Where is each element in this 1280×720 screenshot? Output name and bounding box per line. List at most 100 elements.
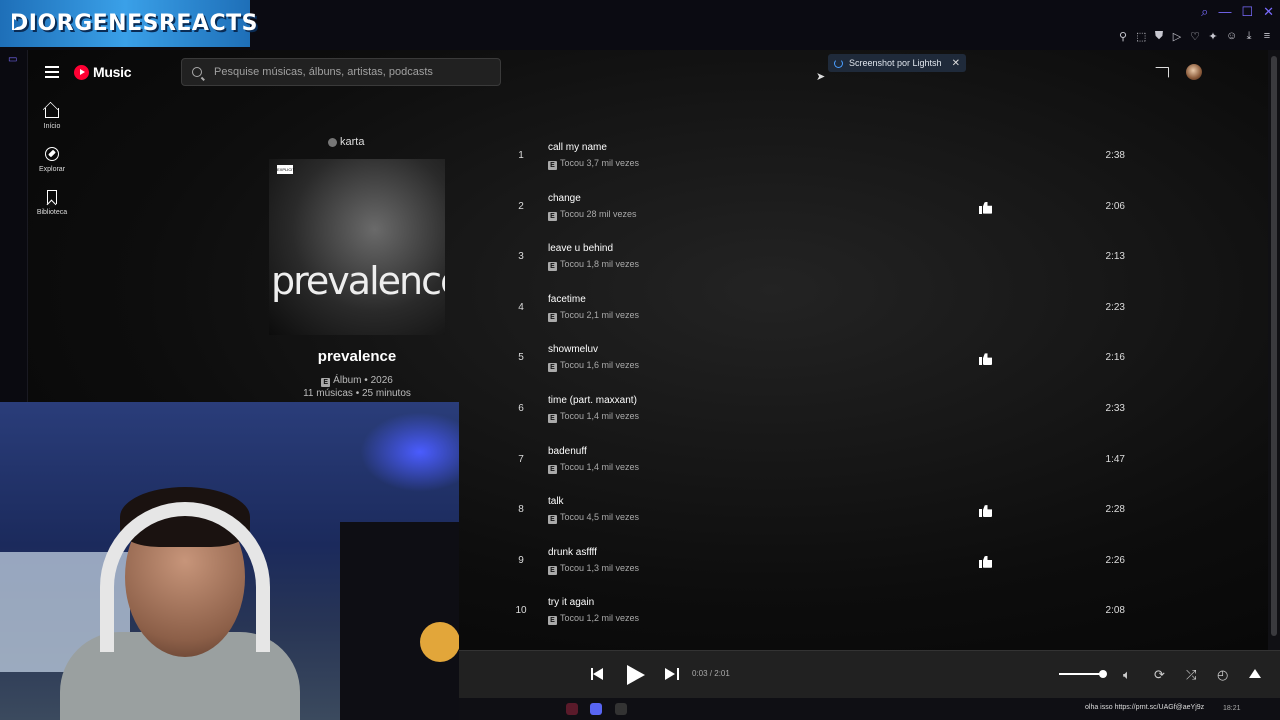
lyrics-icon[interactable]: ◴ bbox=[1217, 667, 1228, 683]
track-title[interactable]: badenuff bbox=[548, 446, 587, 457]
track-title[interactable]: facetime bbox=[548, 294, 586, 305]
hamburger-icon[interactable] bbox=[45, 66, 59, 78]
track-title[interactable]: leave u behind bbox=[548, 243, 613, 254]
side-nav: Início Explorar Biblioteca bbox=[28, 104, 76, 233]
track-list: 1 call my name E Tocou 3,7 mil vezes 2:38 2 ch… bbox=[505, 132, 1145, 638]
scrollbar[interactable] bbox=[1268, 50, 1280, 650]
volume-knob[interactable] bbox=[1099, 670, 1107, 678]
track-duration: 2:33 bbox=[1105, 402, 1125, 414]
like-button[interactable] bbox=[979, 352, 993, 366]
search-window-icon[interactable]: ⌕ bbox=[1201, 4, 1208, 20]
play-count: Tocou 1,8 mil vezes bbox=[560, 259, 640, 270]
scrollbar-thumb[interactable] bbox=[1271, 56, 1277, 636]
clock: 18:21 bbox=[1223, 705, 1241, 712]
search-input[interactable] bbox=[214, 66, 494, 78]
track-number: 9 bbox=[518, 554, 524, 566]
stream-banner: DIORGENESREACTS bbox=[0, 0, 257, 47]
play-count: Tocou 1,3 mil vezes bbox=[560, 562, 640, 573]
shield-icon[interactable]: ⛊ bbox=[1154, 30, 1164, 43]
track-title[interactable]: drunk asffff bbox=[548, 547, 597, 558]
explicit-icon: E bbox=[548, 211, 557, 221]
track-row[interactable]: 5 showmeluv E Tocou 1,6 mil vezes 2:16 bbox=[505, 334, 1145, 385]
screenshot-toast: Screenshot por Lightsh ✕ bbox=[828, 54, 966, 72]
playback-time: 0:03 / 2:01 bbox=[692, 669, 730, 678]
track-title[interactable]: talk bbox=[548, 496, 564, 507]
nav-item-library[interactable]: Biblioteca bbox=[28, 190, 76, 233]
album-type: Álbum • 2026 bbox=[333, 375, 393, 386]
track-row[interactable]: 3 leave u behind E Tocou 1,8 mil vezes 2:13 bbox=[505, 233, 1145, 284]
volume-slider[interactable] bbox=[1059, 670, 1107, 678]
discord-icon[interactable] bbox=[590, 703, 602, 715]
menu-icon[interactable]: ≡ bbox=[1262, 30, 1272, 43]
track-row[interactable]: 7 badenuff E Tocou 1,4 mil vezes 1:47 bbox=[505, 436, 1145, 487]
track-duration: 2:28 bbox=[1105, 504, 1125, 516]
close-window-icon[interactable]: ✕ bbox=[1263, 4, 1274, 20]
settings-app-icon[interactable] bbox=[615, 703, 627, 715]
gamepad-icon[interactable]: ▭ bbox=[8, 54, 17, 65]
music-logo[interactable]: Music bbox=[74, 64, 131, 80]
play-icon[interactable] bbox=[627, 665, 645, 685]
expand-player-icon[interactable] bbox=[1249, 669, 1261, 678]
album-meta: E Álbum • 2026 11 músicas • 25 minutos bbox=[248, 374, 466, 400]
track-duration: 2:38 bbox=[1105, 150, 1125, 161]
pin-icon[interactable]: ⚲ bbox=[1118, 30, 1128, 43]
play-count: Tocou 3,7 mil vezes bbox=[560, 158, 640, 168]
close-icon[interactable]: ✕ bbox=[952, 58, 960, 69]
track-row[interactable]: 4 facetime E Tocou 2,1 mil vezes 2:23 bbox=[505, 284, 1145, 335]
track-plays: E Tocou 28 mil vezes bbox=[548, 209, 637, 221]
track-title[interactable]: showmeluv bbox=[548, 344, 598, 355]
explicit-icon: E bbox=[548, 515, 557, 525]
browser-toolbar: ⚲ ⬚ ⛊ ▷ ♡ ✦ ☺ ⤓ ≡ bbox=[1118, 30, 1272, 43]
taskbar: olha isso https://prnt.sc/UAGf@aeYj9z 18… bbox=[459, 698, 1280, 720]
track-title[interactable]: try it again bbox=[548, 597, 594, 608]
like-button[interactable] bbox=[979, 504, 993, 518]
explicit-icon: E bbox=[548, 413, 557, 423]
track-number: 2 bbox=[518, 200, 524, 212]
track-number: 10 bbox=[515, 605, 527, 617]
minimize-icon[interactable]: — bbox=[1218, 4, 1231, 20]
taskbar-app-icon[interactable] bbox=[566, 703, 578, 715]
screenshot-icon[interactable]: ⬚ bbox=[1136, 30, 1146, 43]
maximize-icon[interactable]: ☐ bbox=[1241, 4, 1253, 20]
track-title[interactable]: time (part. maxxant) bbox=[548, 395, 637, 406]
track-number: 3 bbox=[518, 251, 524, 263]
cast-icon[interactable] bbox=[1155, 67, 1169, 78]
loading-spinner-icon bbox=[834, 58, 843, 68]
explicit-icon: E bbox=[548, 616, 557, 626]
play-extension-icon[interactable]: ▷ bbox=[1172, 30, 1182, 43]
album-cover[interactable]: EXPLICIT prevalence bbox=[269, 159, 445, 335]
previous-icon[interactable] bbox=[591, 668, 605, 680]
track-row[interactable]: 10 try it again E Tocou 1,2 mil vezes 2:08 bbox=[505, 587, 1145, 638]
track-row[interactable]: 6 time (part. maxxant) E Tocou 1,4 mil veze… bbox=[505, 385, 1145, 436]
track-row[interactable]: 1 call my name E Tocou 3,7 mil vezes 2:38 bbox=[505, 132, 1145, 183]
heart-icon[interactable]: ♡ bbox=[1190, 30, 1200, 43]
track-row[interactable]: 9 drunk asffff E Tocou 1,3 mil vezes 2:26 bbox=[505, 537, 1145, 588]
home-icon bbox=[45, 108, 59, 118]
track-plays: E Tocou 3,7 mil vezes bbox=[548, 158, 639, 170]
track-plays: E Tocou 1,4 mil vezes bbox=[548, 411, 639, 423]
album-artist[interactable]: karta bbox=[328, 136, 364, 148]
download-icon[interactable]: ⤓ bbox=[1244, 30, 1254, 43]
search-bar[interactable] bbox=[181, 58, 501, 86]
track-number: 5 bbox=[518, 352, 524, 364]
track-title[interactable]: change bbox=[548, 193, 581, 204]
channel-name: DIORGENESREACTS bbox=[10, 11, 258, 36]
nav-item-explore[interactable]: Explorar bbox=[28, 147, 76, 190]
like-button[interactable] bbox=[979, 555, 993, 569]
artist-avatar-icon bbox=[328, 137, 337, 147]
avatar[interactable] bbox=[1186, 64, 1202, 80]
nav-label: Biblioteca bbox=[36, 209, 68, 216]
track-number: 7 bbox=[518, 453, 524, 465]
track-row[interactable]: 2 change E Tocou 28 mil vezes 2:06 bbox=[505, 183, 1145, 234]
track-row[interactable]: 8 talk E Tocou 4,5 mil vezes 2:28 bbox=[505, 486, 1145, 537]
explicit-icon: E bbox=[548, 312, 557, 322]
track-title[interactable]: call my name bbox=[548, 142, 607, 153]
repeat-icon[interactable]: ⟳ bbox=[1154, 667, 1165, 683]
next-icon[interactable] bbox=[665, 668, 679, 680]
volume-icon[interactable]: 🔈︎ bbox=[1123, 667, 1131, 683]
profile-icon[interactable]: ☺ bbox=[1226, 30, 1237, 43]
extensions-icon[interactable]: ✦ bbox=[1208, 30, 1218, 43]
shuffle-icon[interactable]: ⤮ bbox=[1186, 667, 1196, 683]
nav-item-home[interactable]: Início bbox=[28, 104, 76, 147]
like-button[interactable] bbox=[979, 201, 993, 215]
